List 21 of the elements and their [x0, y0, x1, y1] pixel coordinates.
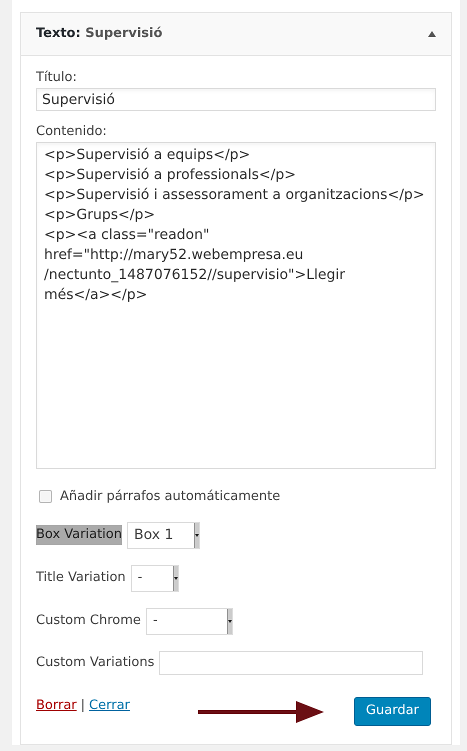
widget-title: Texto: Supervisió	[36, 25, 162, 44]
delete-link[interactable]: Borrar	[36, 696, 77, 716]
text-input[interactable]	[159, 650, 424, 674]
save-button[interactable]: Guardar	[354, 696, 431, 726]
select-field[interactable]: -	[146, 608, 233, 634]
field-label: Contenido:	[36, 123, 108, 141]
select-field[interactable]: -	[130, 564, 179, 592]
checkbox-label: Añadir párrafos automáticamente	[60, 488, 280, 506]
option-label: Custom Variations	[36, 654, 154, 672]
field-label: Título:	[36, 69, 78, 87]
option-label: Title Variation	[36, 569, 126, 588]
close-link[interactable]: Cerrar	[89, 696, 130, 716]
content-textarea[interactable]: <p>Supervisió a equips</p> <p>Supervisió a professionals</p> <p>Supervisió i assessorament a organitzacions</p> <p>Grups</p> <p><a class="readon" href="http://mary52.webempresa.eu /nectunto_1487076152//supervisio">Llegir més</a></p>	[36, 142, 436, 469]
option-label: Box Variation	[36, 525, 122, 545]
title-input[interactable]: Supervisió	[36, 88, 436, 111]
checkbox[interactable]	[39, 490, 52, 504]
link-separator: |	[80, 697, 86, 716]
collapse-icon[interactable]	[428, 31, 436, 37]
select-field[interactable]: Box 1	[126, 522, 200, 548]
widget-header[interactable]: Texto: Supervisió	[21, 13, 451, 56]
option-label: Custom Chrome	[36, 612, 141, 630]
